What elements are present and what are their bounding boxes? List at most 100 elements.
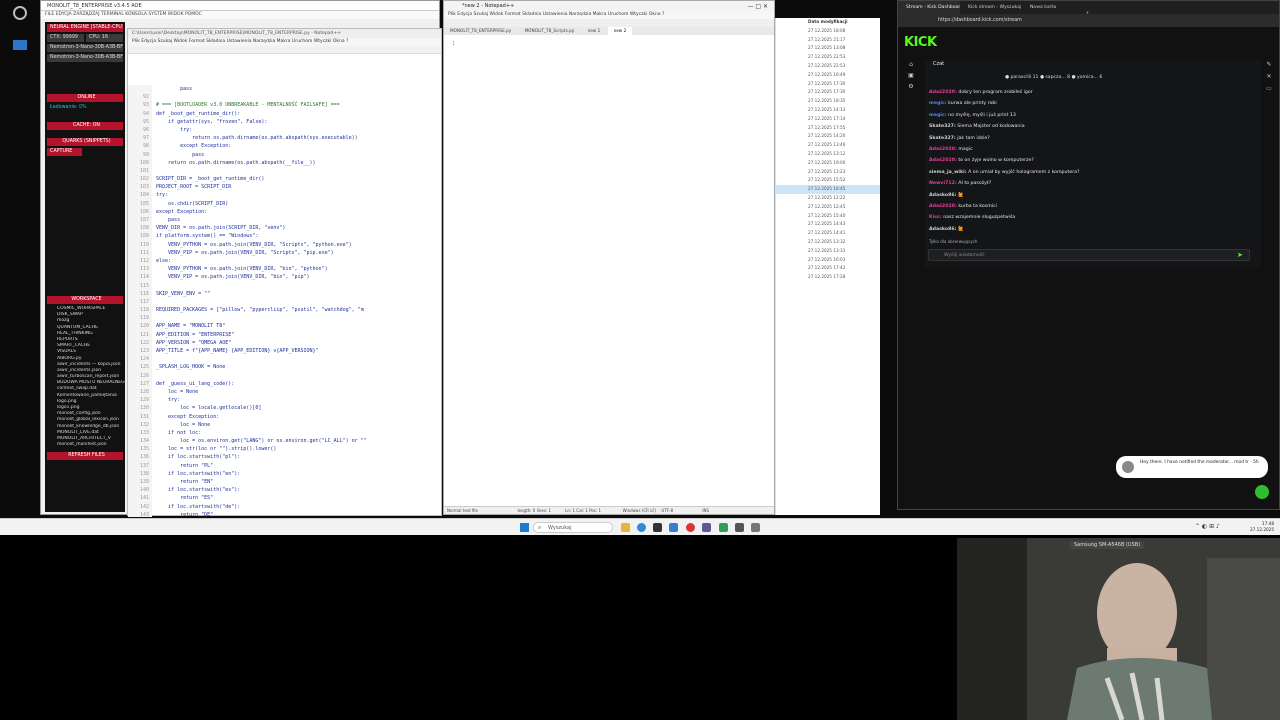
capture-button[interactable]: CAPTURE: [47, 148, 82, 156]
notepad-window-controls[interactable]: — □ ✕: [747, 3, 768, 10]
explorer-row[interactable]: 27.12.2025 17:30: [776, 88, 880, 97]
new-tab-icon[interactable]: +: [1084, 11, 1089, 16]
file-tree-item[interactable]: aiwir_incidents — kopia.json: [45, 362, 125, 368]
quarks-header[interactable]: QUARKS (SNIPPETS): [47, 138, 123, 146]
model-item[interactable]: Nemotron-3-Nano-30B-A3B-BF16: [47, 54, 123, 62]
explorer-row[interactable]: 27.12.2025 13:46: [776, 141, 880, 150]
code-line[interactable]: [156, 93, 441, 101]
tool-icon[interactable]: ✎: [1262, 61, 1276, 73]
code-line[interactable]: try:: [156, 191, 441, 199]
code-line[interactable]: SKIP_VENV_ENV = "": [156, 290, 441, 298]
settings-icon[interactable]: ⚙: [904, 83, 918, 94]
chat-message[interactable]: Adaś2020: magic: [925, 144, 1255, 155]
code-line[interactable]: [156, 298, 441, 306]
explorer-row[interactable]: 27.12.2025 17:28: [776, 273, 880, 282]
chat-username[interactable]: Newvi712:: [929, 181, 957, 186]
app-icon[interactable]: [702, 523, 711, 532]
explorer-row[interactable]: 27.12.2025 13:12: [776, 150, 880, 159]
launcher-menu[interactable]: FILE EDYCJA ZARZĄDZAJ TERMINAL KONSOLA S…: [41, 11, 439, 19]
chat-username[interactable]: Adaś2020:: [929, 90, 957, 95]
tab-file[interactable]: MONOLIT_T8_Scripts.py: [519, 27, 581, 35]
code-line[interactable]: except Exception:: [156, 208, 441, 216]
notification-toast[interactable]: Hey there. I have notified the moderator…: [1116, 456, 1268, 478]
chat-username[interactable]: Skate327:: [929, 136, 956, 141]
online-button[interactable]: ONLINE: [47, 94, 123, 102]
model-item[interactable]: Nemotron-3-Nano-30B-A3B-BF16: [47, 44, 123, 52]
chat-message[interactable]: Adaś2020: dobry ten program zrobiłeś igo…: [925, 87, 1255, 98]
code-line[interactable]: pass: [156, 151, 441, 159]
code-area[interactable]: pass # === [BOOTLOADER v3.0 UNBREAKABLE -…: [156, 85, 441, 517]
code-line[interactable]: loc = locale.getlocale()[0]: [156, 404, 441, 412]
code-line[interactable]: os.chdir(SCRIPT_DIR): [156, 200, 441, 208]
notepad-toolbar[interactable]: [444, 19, 774, 27]
tool-icon[interactable]: ✕: [1262, 73, 1276, 85]
terminal-icon[interactable]: [653, 523, 662, 532]
code-line[interactable]: if getattr(sys, "frozen", False):: [156, 118, 441, 126]
chat-message[interactable]: Adasko86: 🙋: [925, 224, 1255, 235]
desktop-icon[interactable]: [8, 6, 32, 20]
editor-menu[interactable]: Plik Edycja Szukaj Widok Format Składnia…: [128, 38, 441, 46]
desktop-icon-2[interactable]: [8, 40, 32, 50]
code-line[interactable]: return os.path.dirname(os.path.abspath(_…: [156, 159, 441, 167]
cpu-input[interactable]: CPU: 16: [86, 34, 123, 42]
code-line[interactable]: try:: [156, 126, 441, 134]
chat-username[interactable]: Kiss:: [929, 215, 942, 220]
chat-username[interactable]: Adaś2020:: [929, 204, 957, 209]
code-line[interactable]: APP_VERSION = "OMEGA AOE": [156, 339, 441, 347]
code-line[interactable]: VENV_PIP = os.path.join(VENV_DIR, "bin",…: [156, 273, 441, 281]
explorer-row[interactable]: 27.12.2025 14:20: [776, 132, 880, 141]
explorer-row[interactable]: 27.12.2025 13:23: [776, 168, 880, 177]
file-tree-item[interactable]: monolit_knowledge_db.json: [45, 424, 125, 430]
code-line[interactable]: VENV_PYTHON = os.path.join(VENV_DIR, "bi…: [156, 265, 441, 273]
tab-file[interactable]: new 1: [582, 27, 607, 35]
code-line[interactable]: except Exception:: [156, 413, 441, 421]
code-line[interactable]: pass: [156, 85, 441, 93]
explorer-row[interactable]: 27.12.2025 22:53: [776, 62, 880, 71]
tray-icons[interactable]: ⌃ ◐ ⊞ ♪: [1195, 523, 1220, 530]
code-line[interactable]: loc = str(loc or "").strip().lower(): [156, 445, 441, 453]
code-line[interactable]: loc = None: [156, 388, 441, 396]
explorer-row[interactable]: 27.12.2025 14:13: [776, 106, 880, 115]
code-line[interactable]: SCRIPT_DIR = _boot_get_runtime_dir(): [156, 175, 441, 183]
code-line[interactable]: return "EN": [156, 478, 441, 486]
notepad-text-area[interactable]: [468, 35, 774, 505]
code-line[interactable]: if loc.startswith("pl"):: [156, 453, 441, 461]
explorer-column-header[interactable]: Data modyfikacji: [776, 18, 880, 27]
notepad-plus-icon[interactable]: [719, 523, 728, 532]
explorer-row[interactable]: 27.12.2025 12:45: [776, 203, 880, 212]
explorer-row[interactable]: 27.12.2025 18:35: [776, 97, 880, 106]
code-line[interactable]: loc = None: [156, 421, 441, 429]
chat-input[interactable]: Wyślij wiadomość: [928, 249, 1250, 261]
code-line[interactable]: return "DE": [156, 511, 441, 517]
cache-button[interactable]: CACHE: ON: [47, 122, 123, 130]
tab-file[interactable]: MONOLIT_T8_ENTERPRISE.py: [444, 27, 517, 35]
editor-toolbar[interactable]: [128, 46, 441, 54]
code-line[interactable]: if loc.startswith("es"):: [156, 486, 441, 494]
browser-tab[interactable]: Nowa karta: [1022, 1, 1084, 14]
code-line[interactable]: [156, 282, 441, 290]
chat-username[interactable]: Adasko86:: [929, 193, 957, 198]
tab-file-active[interactable]: new 2: [607, 27, 633, 35]
home-icon[interactable]: ⌂: [904, 61, 918, 72]
explorer-row[interactable]: 27.12.2025 22:53: [776, 53, 880, 62]
app-icon[interactable]: [751, 523, 760, 532]
code-line[interactable]: REQUIRED_PACKAGES = ["pillow", "pypercli…: [156, 306, 441, 314]
stream-icon[interactable]: ▣: [904, 72, 918, 83]
code-line[interactable]: return os.path.dirname(os.path.abspath(s…: [156, 134, 441, 142]
chat-username[interactable]: Adasko86:: [929, 227, 957, 232]
code-line[interactable]: loc = os.environ.get("LANG") or os.envir…: [156, 437, 441, 445]
code-line[interactable]: else:: [156, 257, 441, 265]
chat-message[interactable]: Adaś2020: to on żyje wolno w komputerze?: [925, 155, 1255, 166]
code-line[interactable]: try:: [156, 396, 441, 404]
refresh-files-button[interactable]: REFRESH FILES: [47, 452, 123, 461]
explorer-row[interactable]: 27.12.2025 16:03: [776, 256, 880, 265]
chat-username[interactable]: megic:: [929, 113, 947, 118]
chat-message[interactable]: Skate327: jak tam idzie?: [925, 133, 1255, 144]
explorer-row[interactable]: 27.12.2025 15:40: [776, 212, 880, 221]
chat-message[interactable]: siema_ja_wiki: A on umiał by wyjść holog…: [925, 167, 1255, 178]
code-line[interactable]: # === [BOOTLOADER v3.0 UNBREAKABLE - MEN…: [156, 101, 441, 109]
code-line[interactable]: def _guess_ui_lang_code():: [156, 380, 441, 388]
code-line[interactable]: APP_TITLE = f"{APP_NAME} {APP_EDITION} v…: [156, 347, 441, 355]
chat-username[interactable]: siema_ja_wiki:: [929, 170, 967, 175]
explorer-row[interactable]: 27.12.2025 18:08: [776, 27, 880, 36]
